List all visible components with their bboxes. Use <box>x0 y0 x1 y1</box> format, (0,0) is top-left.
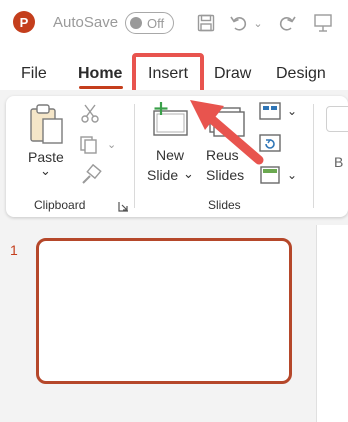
insert-tab-highlight <box>132 53 204 94</box>
reuse-slides-label-2[interactable]: Slides <box>206 167 244 183</box>
tab-draw[interactable]: Draw <box>214 65 251 83</box>
title-bar: P AutoSave Off ⌄ <box>0 0 348 50</box>
tab-design[interactable]: Design <box>276 65 326 83</box>
group-separator <box>313 104 314 208</box>
section-icon[interactable] <box>260 166 280 189</box>
toggle-knob <box>130 17 142 29</box>
new-slide-dropdown-icon[interactable]: ⌄ <box>183 166 194 182</box>
present-icon[interactable] <box>312 12 334 34</box>
tab-home[interactable]: Home <box>78 65 122 83</box>
undo-dropdown-icon[interactable]: ⌄ <box>252 12 264 34</box>
layout-icon[interactable] <box>259 102 281 125</box>
powerpoint-logo-icon: P <box>13 11 35 33</box>
reuse-slides-icon[interactable] <box>208 106 246 143</box>
reset-icon[interactable] <box>259 134 281 157</box>
new-slide-label[interactable]: New <box>156 147 184 163</box>
slide-number: 1 <box>10 242 18 258</box>
font-name-box[interactable] <box>326 106 348 132</box>
format-painter-icon[interactable] <box>80 163 102 191</box>
active-tab-indicator <box>79 86 123 89</box>
paste-icon[interactable] <box>29 103 65 150</box>
redo-icon[interactable] <box>276 12 298 34</box>
paste-dropdown-icon[interactable]: ⌄ <box>40 163 51 179</box>
clipboard-dialog-launcher-icon[interactable] <box>118 199 129 217</box>
layout-dropdown-icon[interactable]: ⌄ <box>287 104 297 118</box>
autosave-toggle[interactable]: Off <box>125 12 174 34</box>
slide-canvas[interactable] <box>316 225 348 422</box>
save-icon[interactable] <box>195 12 217 34</box>
slide-thumbnail[interactable] <box>36 238 292 384</box>
new-slide-label-2[interactable]: Slide <box>147 167 178 183</box>
autosave-label: AutoSave <box>53 14 119 31</box>
bold-button[interactable]: B <box>334 154 343 170</box>
new-slide-icon[interactable] <box>152 102 192 143</box>
slides-group-label: Slides <box>208 198 241 212</box>
undo-icon[interactable] <box>228 12 250 34</box>
cut-icon[interactable] <box>81 103 99 128</box>
autosave-state: Off <box>147 16 165 31</box>
copy-dropdown-icon[interactable]: ⌄ <box>107 138 116 151</box>
group-separator <box>134 104 135 208</box>
tab-file[interactable]: File <box>21 65 47 83</box>
clipboard-group-label: Clipboard <box>34 198 86 212</box>
reuse-slides-label[interactable]: Reus <box>206 147 239 163</box>
copy-icon[interactable] <box>79 135 101 160</box>
section-dropdown-icon[interactable]: ⌄ <box>287 168 297 182</box>
